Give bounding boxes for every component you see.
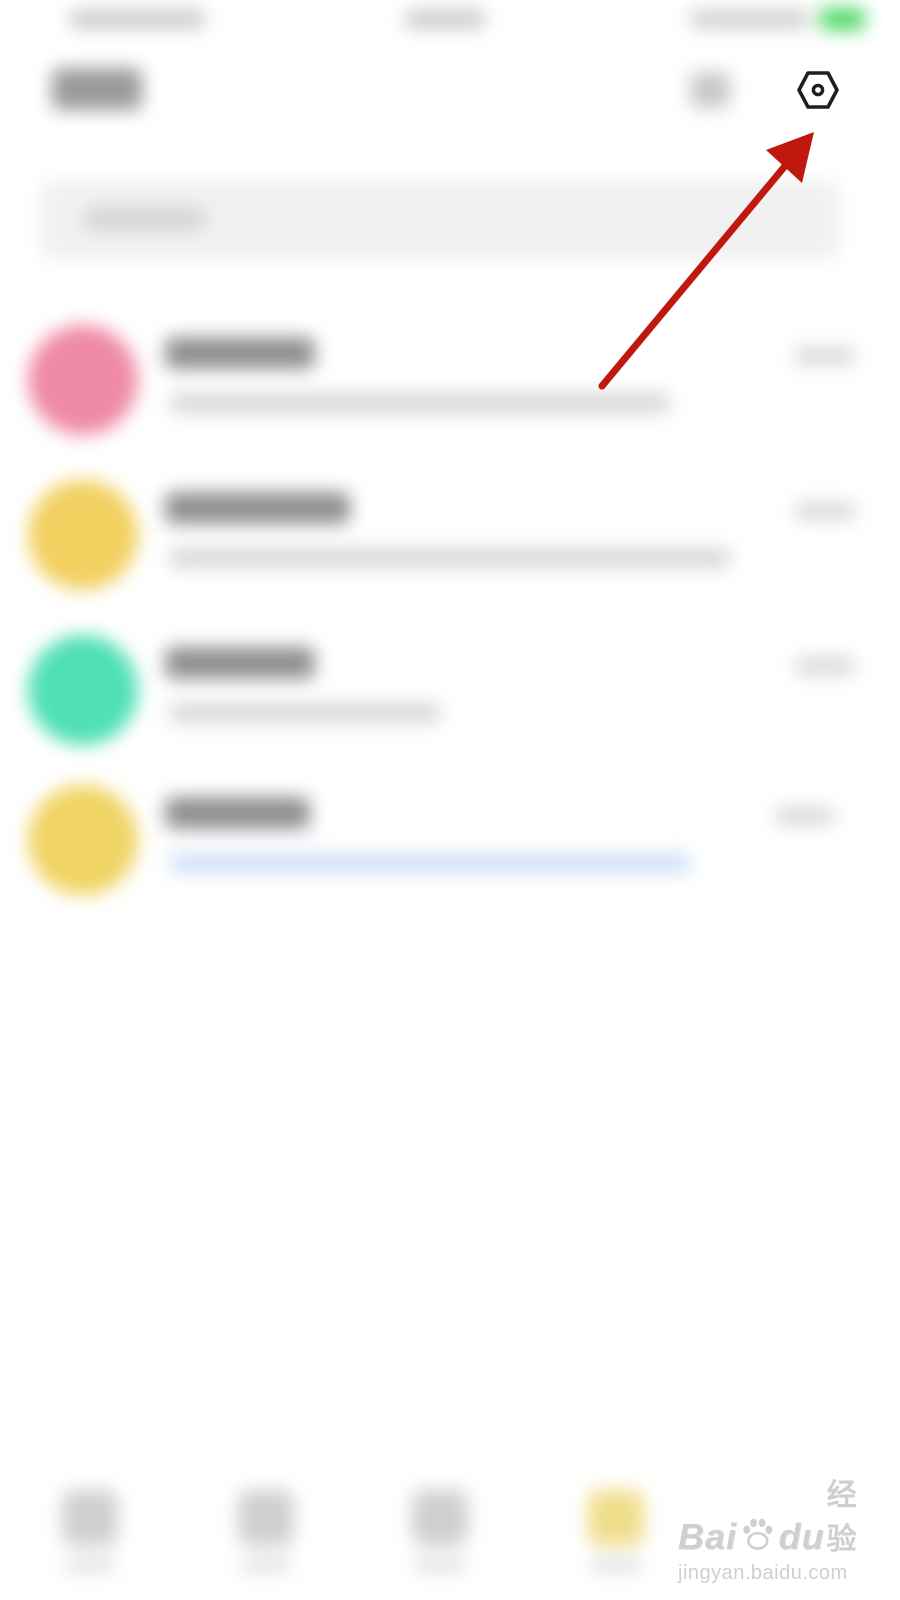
- avatar: [28, 325, 138, 435]
- list-item[interactable]: [0, 635, 900, 785]
- watermark-cn: 经验: [826, 1478, 857, 1557]
- paw-icon: [743, 1518, 773, 1550]
- list-item-title: [165, 492, 350, 524]
- status-time: [405, 10, 485, 28]
- search-placeholder: [85, 208, 205, 230]
- list-item[interactable]: [0, 325, 900, 475]
- tab-icon-active[interactable]: [588, 1490, 644, 1546]
- list-item-subtitle: [170, 703, 440, 723]
- watermark-url: jingyan.baidu.com: [678, 1562, 848, 1584]
- list-item-time: [795, 657, 855, 675]
- screen: Bai du 经验 jingyan.baidu.com: [0, 0, 900, 1600]
- tab-icon[interactable]: [238, 1490, 294, 1546]
- watermark-brand-suffix: du: [778, 1516, 825, 1557]
- list-item-subtitle: [170, 853, 690, 873]
- battery-icon: [820, 8, 865, 30]
- status-bar: [0, 0, 900, 44]
- tab-label: [415, 1558, 465, 1572]
- page-title: [52, 68, 142, 110]
- avatar: [28, 785, 138, 895]
- settings-button[interactable]: [790, 62, 846, 118]
- list-item-time: [775, 807, 835, 825]
- list-item-time: [795, 502, 855, 520]
- watermark-brand: Bai: [678, 1516, 738, 1557]
- avatar: [28, 635, 138, 745]
- tab-icon[interactable]: [412, 1490, 468, 1546]
- blurred-background: [0, 0, 900, 1600]
- tab-icon[interactable]: [62, 1490, 118, 1546]
- gear-icon: [797, 71, 839, 109]
- watermark: Bai du 经验 jingyan.baidu.com: [678, 1470, 878, 1590]
- list-item-subtitle: [170, 393, 670, 413]
- list-item-title: [165, 337, 315, 369]
- status-carrier: [70, 10, 205, 28]
- list-item-subtitle: [170, 548, 730, 568]
- status-indicators: [690, 10, 810, 28]
- tab-label: [241, 1558, 291, 1572]
- list-item-time: [795, 347, 855, 365]
- list-item[interactable]: [0, 480, 900, 630]
- header-action-button[interactable]: [690, 72, 730, 108]
- avatar: [28, 480, 138, 590]
- list-item-title: [165, 647, 315, 679]
- tab-label: [65, 1558, 115, 1572]
- list-item[interactable]: [0, 785, 900, 935]
- list-item-title: [165, 797, 310, 829]
- tab-label: [591, 1558, 641, 1572]
